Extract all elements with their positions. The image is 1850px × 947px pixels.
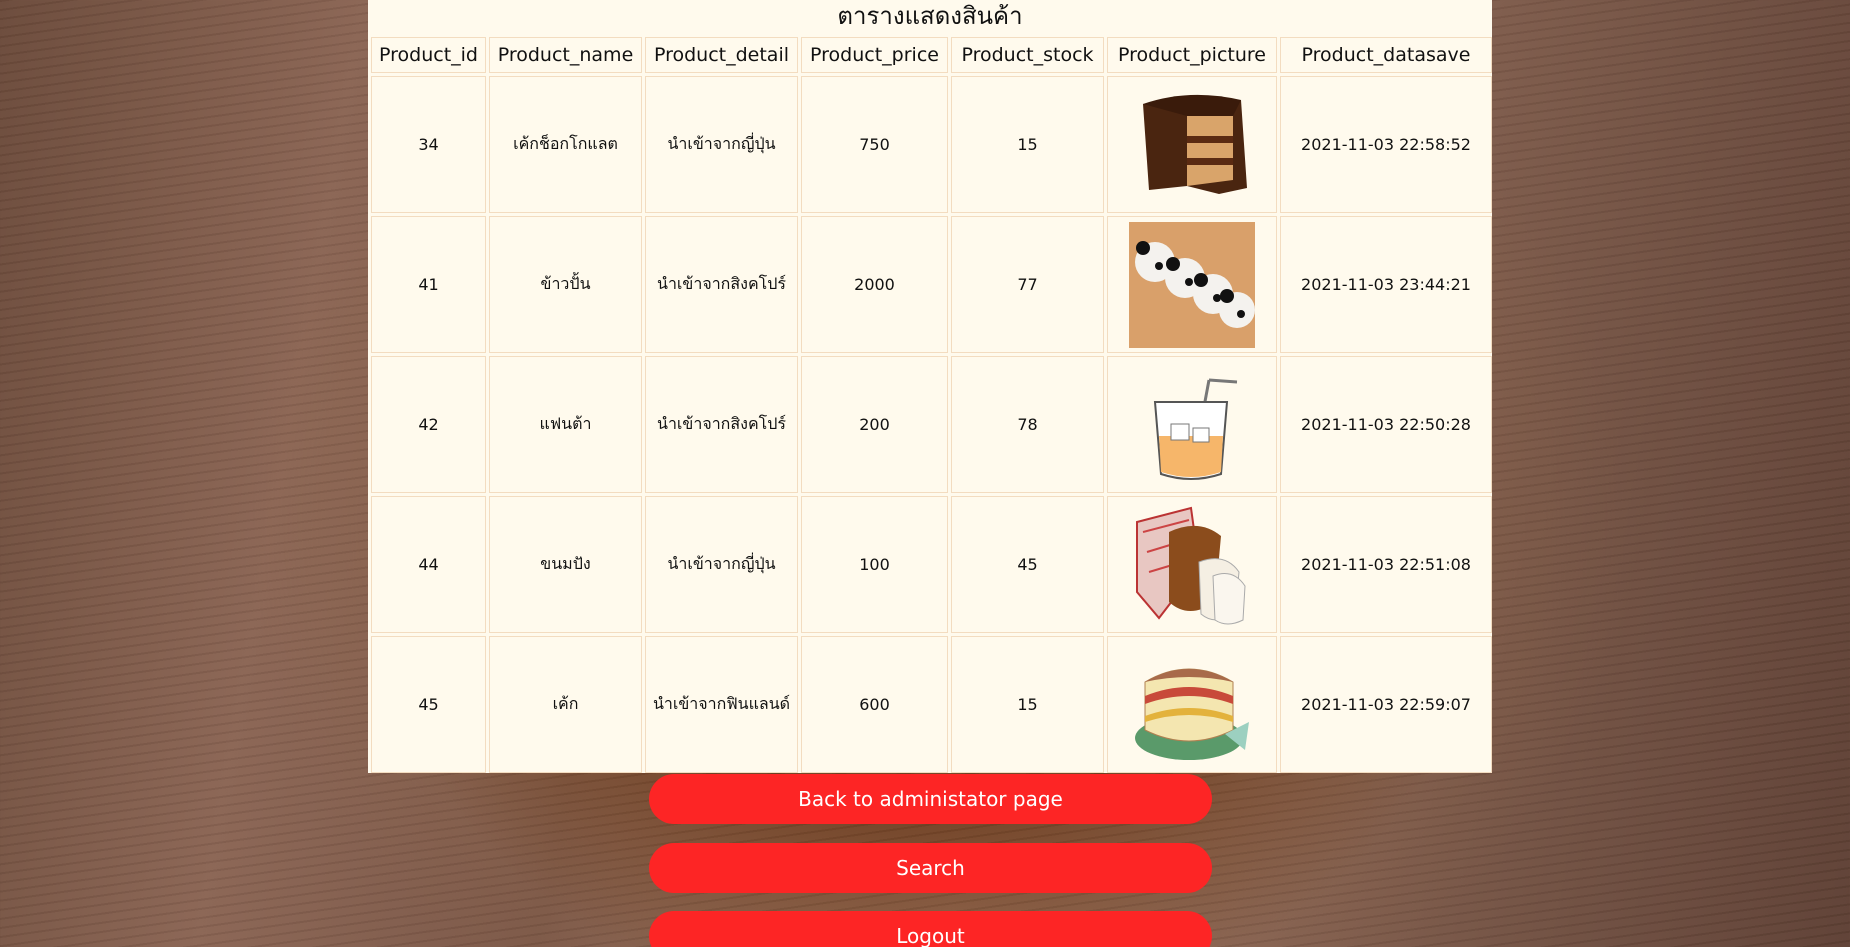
- cell-name: เค้ก: [489, 636, 642, 773]
- cell-name: เค้กช็อกโกแลต: [489, 76, 642, 213]
- cell-picture: [1107, 356, 1277, 493]
- cell-stock: 78: [951, 356, 1104, 493]
- cell-detail: นำเข้าจากฟินแลนด์: [645, 636, 798, 773]
- cell-detail: นำเข้าจากญี่ปุ่น: [645, 76, 798, 213]
- cell-price: 200: [801, 356, 948, 493]
- cell-name: แฟนต้า: [489, 356, 642, 493]
- column-header-picture: Product_picture: [1107, 37, 1277, 73]
- cell-name: ข้าวปั้น: [489, 216, 642, 353]
- cell-datasave: 2021-11-03 23:44:21: [1280, 216, 1492, 353]
- cell-picture: [1107, 636, 1277, 773]
- cell-stock: 45: [951, 496, 1104, 633]
- column-header-name: Product_name: [489, 37, 642, 73]
- logout-button[interactable]: Logout: [649, 911, 1212, 947]
- cell-id: 42: [371, 356, 486, 493]
- cell-name: ขนมปัง: [489, 496, 642, 633]
- product-table-panel: ตารางแสดงสินค้า Product_id Product_name …: [368, 0, 1492, 773]
- layer-cake-image: [1135, 668, 1249, 760]
- cell-price: 2000: [801, 216, 948, 353]
- cell-price: 750: [801, 76, 948, 213]
- product-table: Product_id Product_name Product_detail P…: [368, 34, 1495, 776]
- cell-price: 100: [801, 496, 948, 633]
- column-header-datasave: Product_datasave: [1280, 37, 1492, 73]
- cell-picture: [1107, 76, 1277, 213]
- cell-picture: [1107, 496, 1277, 633]
- cell-stock: 77: [951, 216, 1104, 353]
- chocolate-cake-image: [1143, 94, 1247, 194]
- cell-stock: 15: [951, 76, 1104, 213]
- table-row: 44 ขนมปัง นำเข้าจากญี่ปุ่น 100 45 2021-1…: [371, 496, 1492, 633]
- table-row: 42 แฟนต้า นำเข้าจากสิงคโปร์ 200 78 2021-…: [371, 356, 1492, 493]
- back-to-admin-button[interactable]: Back to administator page: [649, 774, 1212, 824]
- table-header-row: Product_id Product_name Product_detail P…: [371, 37, 1492, 73]
- cell-detail: นำเข้าจากสิงคโปร์: [645, 356, 798, 493]
- cell-id: 44: [371, 496, 486, 633]
- cell-datasave: 2021-11-03 22:51:08: [1280, 496, 1492, 633]
- column-header-price: Product_price: [801, 37, 948, 73]
- cell-datasave: 2021-11-03 22:50:28: [1280, 356, 1492, 493]
- cell-datasave: 2021-11-03 22:59:07: [1280, 636, 1492, 773]
- cell-id: 45: [371, 636, 486, 773]
- drink-glass-image: [1153, 378, 1238, 480]
- cell-stock: 15: [951, 636, 1104, 773]
- page-title: ตารางแสดงสินค้า: [837, 2, 1023, 30]
- bread-loaf-image: [1136, 506, 1246, 624]
- cell-picture: [1107, 216, 1277, 353]
- table-row: 45 เค้ก นำเข้าจากฟินแลนด์ 600 15 2021-11…: [371, 636, 1492, 773]
- column-header-id: Product_id: [371, 37, 486, 73]
- table-row: 34 เค้กช็อกโกแลต นำเข้าจากญี่ปุ่น 750 15…: [371, 76, 1492, 213]
- cell-datasave: 2021-11-03 22:58:52: [1280, 76, 1492, 213]
- column-header-detail: Product_detail: [645, 37, 798, 73]
- cell-detail: นำเข้าจากสิงคโปร์: [645, 216, 798, 353]
- table-row: 41 ข้าวปั้น นำเข้าจากสิงคโปร์ 2000 77 20…: [371, 216, 1492, 353]
- cell-id: 41: [371, 216, 486, 353]
- cell-id: 34: [371, 76, 486, 213]
- column-header-stock: Product_stock: [951, 37, 1104, 73]
- cell-detail: นำเข้าจากญี่ปุ่น: [645, 496, 798, 633]
- cell-price: 600: [801, 636, 948, 773]
- panda-rice-balls-image: [1129, 221, 1255, 348]
- search-button[interactable]: Search: [649, 843, 1212, 893]
